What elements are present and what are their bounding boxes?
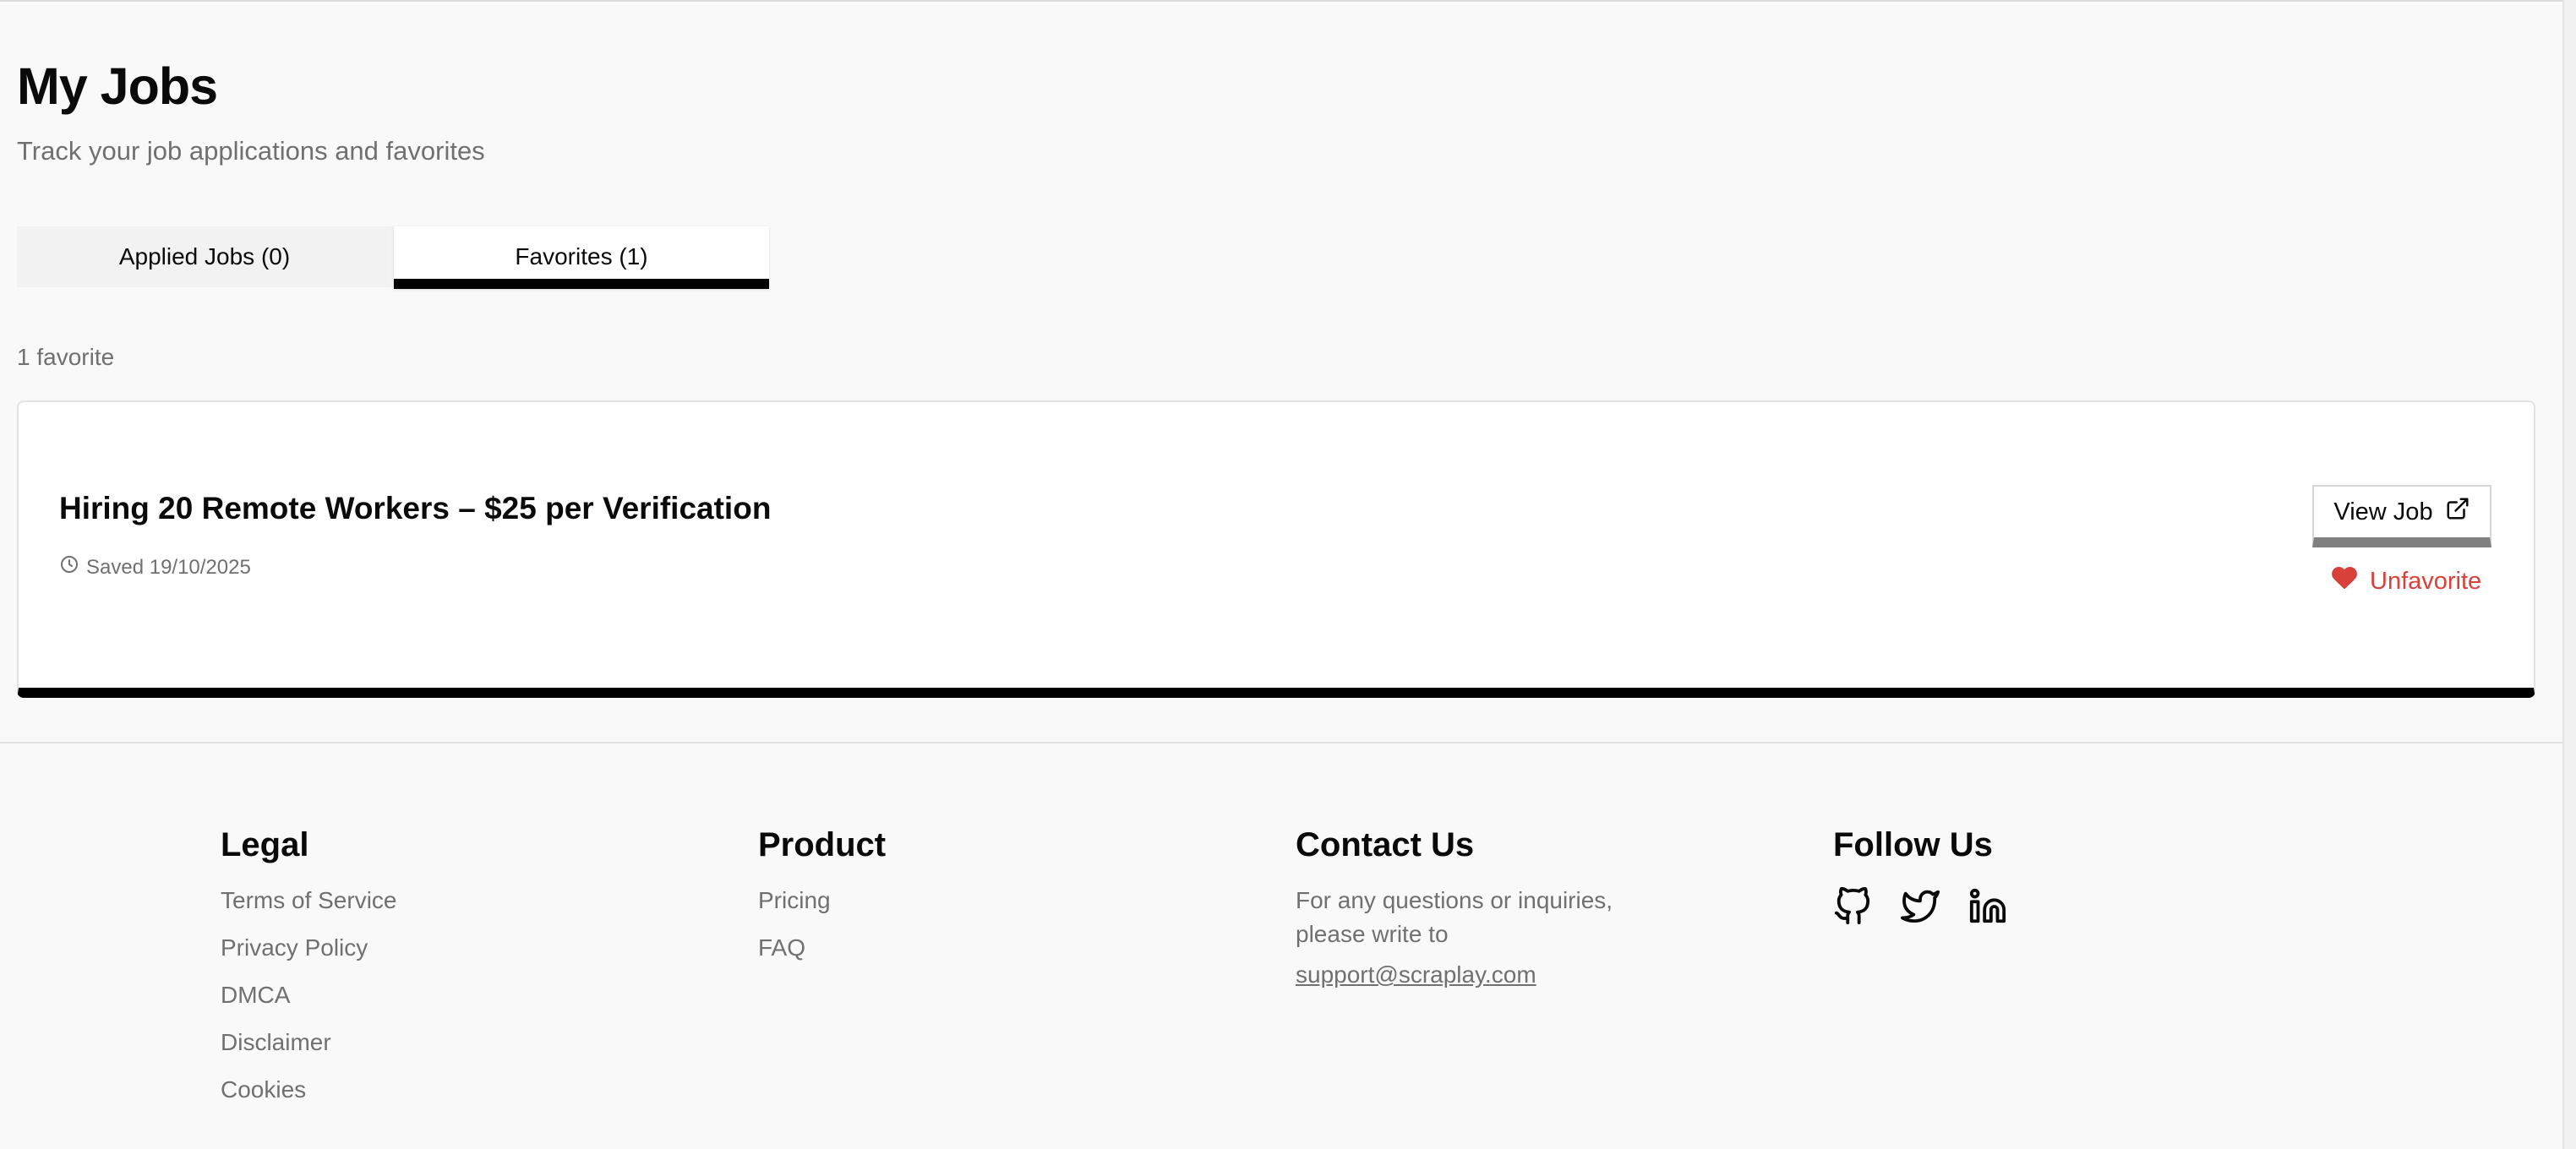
footer-product: Product Pricing FAQ xyxy=(758,825,886,972)
view-job-button[interactable]: View Job xyxy=(2312,485,2491,547)
job-card: Hiring 20 Remote Workers – $25 per Verif… xyxy=(17,400,2535,698)
cookies-link[interactable]: Cookies xyxy=(221,1066,397,1114)
linkedin-icon[interactable] xyxy=(1968,887,2007,926)
page-scrollbar[interactable] xyxy=(2562,0,2576,1149)
unfavorite-button[interactable]: Unfavorite xyxy=(2331,564,2481,598)
support-email-link[interactable]: support@scraplay.com xyxy=(1296,951,1613,999)
footer-follow-heading: Follow Us xyxy=(1833,826,1993,863)
twitter-icon[interactable] xyxy=(1901,887,1940,926)
footer-legal: Legal Terms of Service Privacy Policy DM… xyxy=(221,825,397,1114)
footer-follow: Follow Us xyxy=(1833,825,2007,926)
faq-link[interactable]: FAQ xyxy=(758,924,886,972)
github-icon[interactable] xyxy=(1833,886,1872,926)
footer-contact: Contact Us For any questions or inquirie… xyxy=(1296,825,1613,999)
saved-date-text: Saved 19/10/2025 xyxy=(86,555,251,579)
terms-link[interactable]: Terms of Service xyxy=(221,877,397,924)
dmca-link[interactable]: DMCA xyxy=(221,972,397,1019)
disclaimer-link[interactable]: Disclaimer xyxy=(221,1019,397,1066)
top-divider xyxy=(0,0,2562,2)
contact-text: For any questions or inquiries, please w… xyxy=(1296,884,1613,999)
page-title: My Jobs xyxy=(17,57,218,115)
job-title: Hiring 20 Remote Workers – $25 per Verif… xyxy=(59,491,772,525)
site-footer: Legal Terms of Service Privacy Policy DM… xyxy=(0,742,2562,1149)
tab-list: Applied Jobs (0) Favorites (1) xyxy=(17,226,769,289)
unfavorite-label: Unfavorite xyxy=(2370,567,2482,595)
pricing-link[interactable]: Pricing xyxy=(758,877,886,924)
social-links xyxy=(1833,886,2007,926)
tab-favorites[interactable]: Favorites (1) xyxy=(394,226,769,289)
heart-icon xyxy=(2331,564,2358,598)
favorites-count: 1 favorite xyxy=(17,344,115,370)
footer-legal-heading: Legal xyxy=(221,826,309,863)
tab-applied-jobs[interactable]: Applied Jobs (0) xyxy=(17,226,392,287)
contact-line-1: For any questions or inquiries, xyxy=(1296,887,1613,913)
view-job-label: View Job xyxy=(2333,498,2433,525)
footer-contact-heading: Contact Us xyxy=(1296,826,1475,863)
privacy-link[interactable]: Privacy Policy xyxy=(221,924,397,972)
footer-product-heading: Product xyxy=(758,826,887,863)
contact-line-2: please write to support@scraplay.com xyxy=(1296,918,1613,999)
external-link-icon xyxy=(2445,496,2470,528)
clock-icon xyxy=(59,554,79,580)
contact-line-2-prefix: please write to xyxy=(1296,921,1449,947)
saved-date: Saved 19/10/2025 xyxy=(59,554,251,580)
page-subtitle: Track your job applications and favorite… xyxy=(17,136,485,166)
